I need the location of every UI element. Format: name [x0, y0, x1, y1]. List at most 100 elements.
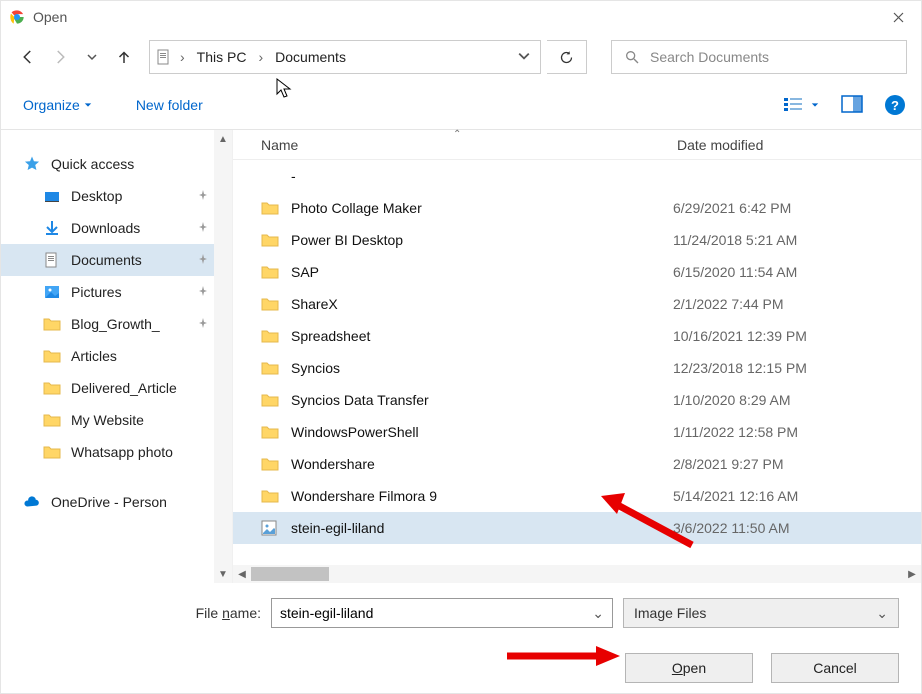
row-date: 11/24/2018 5:21 AM	[673, 232, 797, 248]
folder-icon	[261, 487, 279, 505]
file-row[interactable]: WindowsPowerShell1/11/2022 12:58 PM	[233, 416, 921, 448]
nav-row: › This PC › Documents Search Documents	[1, 33, 921, 81]
close-button[interactable]	[875, 1, 921, 33]
chevron-down-icon	[811, 101, 819, 109]
sidebar-item[interactable]: Whatsapp photo	[1, 436, 232, 468]
sidebar-item[interactable]: My Website	[1, 404, 232, 436]
sidebar-item[interactable]: Articles	[1, 340, 232, 372]
preview-pane-button[interactable]	[841, 95, 863, 116]
up-button[interactable]	[111, 44, 137, 70]
filename-label: File name:	[1, 605, 261, 621]
row-name: Spreadsheet	[291, 328, 673, 344]
folder-icon	[261, 423, 279, 441]
sidebar-item-label: Blog_Growth_	[71, 316, 160, 332]
sidebar-item-icon	[43, 315, 61, 333]
row-name: -	[291, 168, 673, 184]
pin-icon	[198, 317, 208, 331]
file-row[interactable]: stein-egil-liland3/6/2022 11:50 AM	[233, 512, 921, 544]
sidebar-item-label: Downloads	[71, 220, 140, 236]
folder-icon	[261, 391, 279, 409]
column-headers[interactable]: Name ⌃ Date modified	[233, 130, 921, 160]
filename-input[interactable]: stein-egil-liland ⌄	[271, 598, 613, 628]
row-date: 1/11/2022 12:58 PM	[673, 424, 798, 440]
row-date: 1/10/2020 8:29 AM	[673, 392, 791, 408]
sidebar-onedrive[interactable]: OneDrive - Person	[1, 486, 232, 518]
cancel-button[interactable]: Cancel	[771, 653, 899, 683]
column-date[interactable]: Date modified	[673, 137, 763, 153]
sidebar-item-icon	[43, 251, 61, 269]
open-button[interactable]: Open	[625, 653, 753, 683]
row-name: Power BI Desktop	[291, 232, 673, 248]
row-name: stein-egil-liland	[291, 520, 673, 536]
chevron-down-icon: ⌄	[592, 605, 604, 622]
address-dropdown[interactable]	[514, 49, 534, 65]
new-folder-label: New folder	[136, 97, 203, 113]
horizontal-scrollbar[interactable]: ◀ ▶	[233, 565, 921, 583]
scroll-left-icon[interactable]: ◀	[233, 565, 251, 583]
sidebar-item[interactable]: Downloads	[1, 212, 232, 244]
view-menu[interactable]	[783, 96, 819, 114]
sidebar-item-icon	[43, 411, 61, 429]
scrollbar-thumb[interactable]	[251, 567, 329, 581]
scroll-up-icon[interactable]: ▲	[218, 130, 228, 148]
chevron-right-icon: ›	[256, 49, 265, 65]
back-button[interactable]	[15, 44, 41, 70]
row-date: 6/29/2021 6:42 PM	[673, 200, 791, 216]
file-row[interactable]: ShareX2/1/2022 7:44 PM	[233, 288, 921, 320]
row-date: 2/8/2021 9:27 PM	[673, 456, 784, 472]
recent-dropdown[interactable]	[79, 44, 105, 70]
scroll-right-icon[interactable]: ▶	[903, 565, 921, 583]
sidebar-item-label: OneDrive - Person	[51, 494, 167, 510]
help-button[interactable]: ?	[885, 95, 905, 115]
file-row[interactable]: Syncios Data Transfer1/10/2020 8:29 AM	[233, 384, 921, 416]
folder-icon	[261, 295, 279, 313]
cloud-icon	[23, 493, 41, 511]
organize-menu[interactable]: Organize	[17, 93, 98, 117]
chevron-down-icon: ⌄	[876, 605, 888, 622]
row-date: 12/23/2018 12:15 PM	[673, 360, 807, 376]
sidebar-item-label: Delivered_Article	[71, 380, 177, 396]
scroll-down-icon[interactable]: ▼	[218, 565, 228, 583]
sidebar-item-label: My Website	[71, 412, 144, 428]
file-row[interactable]: Wondershare Filmora 95/14/2021 12:16 AM	[233, 480, 921, 512]
sidebar-item-label: Desktop	[71, 188, 122, 204]
sidebar-item[interactable]: Desktop	[1, 180, 232, 212]
row-name: Syncios Data Transfer	[291, 392, 673, 408]
sidebar-item[interactable]: Documents	[1, 244, 232, 276]
address-bar[interactable]: › This PC › Documents	[149, 40, 541, 74]
folder-icon	[261, 455, 279, 473]
file-row[interactable]: Power BI Desktop11/24/2018 5:21 AM	[233, 224, 921, 256]
sidebar-item-icon	[43, 443, 61, 461]
sidebar-item[interactable]: Pictures	[1, 276, 232, 308]
file-row[interactable]: Spreadsheet10/16/2021 12:39 PM	[233, 320, 921, 352]
toolbar: Organize New folder ?	[1, 81, 921, 129]
file-row[interactable]: Photo Collage Maker6/29/2021 6:42 PM	[233, 192, 921, 224]
new-folder-button[interactable]: New folder	[130, 93, 209, 117]
chrome-icon	[9, 9, 25, 25]
file-row[interactable]: SAP6/15/2020 11:54 AM	[233, 256, 921, 288]
filetype-filter[interactable]: Image Files ⌄	[623, 598, 899, 628]
pin-icon	[198, 221, 208, 235]
action-row: Open Cancel	[1, 643, 921, 693]
sidebar-item[interactable]: Blog_Growth_	[1, 308, 232, 340]
star-icon	[23, 155, 41, 173]
main-area: Quick access Desktop Downloads DocumentsPi…	[1, 129, 921, 583]
file-row[interactable]: Syncios12/23/2018 12:15 PM	[233, 352, 921, 384]
sidebar: Quick access Desktop Downloads DocumentsPi…	[1, 130, 233, 583]
search-input[interactable]: Search Documents	[611, 40, 907, 74]
forward-button[interactable]	[47, 44, 73, 70]
row-date: 5/14/2021 12:16 AM	[673, 488, 798, 504]
file-row[interactable]: -	[233, 160, 921, 192]
folder-icon	[261, 359, 279, 377]
file-row[interactable]: Wondershare2/8/2021 9:27 PM	[233, 448, 921, 480]
sidebar-quick-access[interactable]: Quick access	[1, 148, 232, 180]
refresh-button[interactable]	[547, 40, 587, 74]
view-icon	[783, 96, 805, 114]
breadcrumb-folder[interactable]: Documents	[271, 47, 350, 67]
sidebar-item-label: Quick access	[51, 156, 134, 172]
sidebar-item-label: Whatsapp photo	[71, 444, 173, 460]
sidebar-item[interactable]: Delivered_Article	[1, 372, 232, 404]
sidebar-item-icon	[43, 219, 61, 237]
breadcrumb-pc[interactable]: This PC	[193, 47, 251, 67]
sidebar-scrollbar[interactable]: ▲ ▼	[214, 130, 232, 583]
